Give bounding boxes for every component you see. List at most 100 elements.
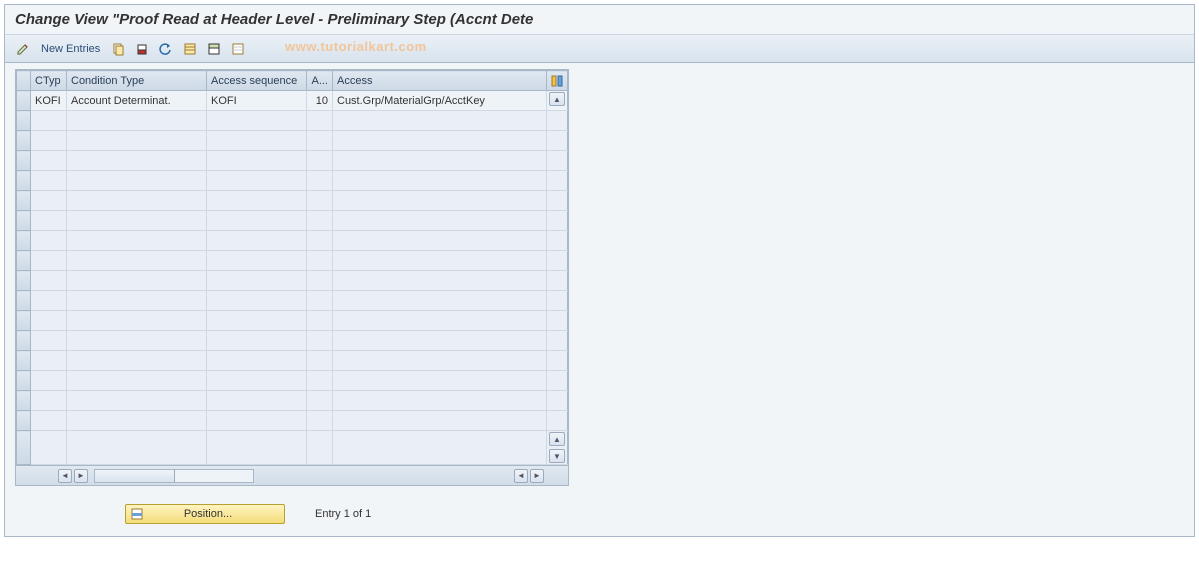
cell-condition-type[interactable] — [67, 231, 207, 251]
cell-access-sequence[interactable] — [207, 151, 307, 171]
vertical-scrollbar[interactable]: ▲ — [547, 91, 568, 111]
cell-a[interactable] — [307, 431, 333, 465]
vscroll-track[interactable] — [547, 291, 568, 311]
row-selector[interactable] — [17, 271, 31, 291]
cell-ctyp[interactable] — [31, 311, 67, 331]
cell-access[interactable] — [333, 151, 547, 171]
hscroll-left-icon[interactable]: ◄ — [58, 469, 72, 483]
cell-access-sequence[interactable] — [207, 131, 307, 151]
cell-ctyp[interactable] — [31, 271, 67, 291]
cell-condition-type[interactable] — [67, 111, 207, 131]
vscroll-track[interactable] — [547, 191, 568, 211]
cell-condition-type[interactable] — [67, 171, 207, 191]
cell-ctyp[interactable] — [31, 331, 67, 351]
cell-condition-type[interactable] — [67, 371, 207, 391]
cell-access[interactable] — [333, 251, 547, 271]
cell-a[interactable] — [307, 311, 333, 331]
cell-a[interactable]: 10 — [307, 91, 333, 111]
vscroll-track[interactable] — [547, 411, 568, 431]
cell-access[interactable] — [333, 191, 547, 211]
cell-a[interactable] — [307, 191, 333, 211]
cell-access[interactable] — [333, 231, 547, 251]
cell-a[interactable] — [307, 371, 333, 391]
cell-a[interactable] — [307, 331, 333, 351]
cell-condition-type[interactable]: Account Determinat. — [67, 91, 207, 111]
vscroll-track[interactable] — [547, 151, 568, 171]
delete-icon[interactable] — [132, 39, 152, 59]
vscroll-track[interactable] — [547, 231, 568, 251]
cell-ctyp[interactable] — [31, 211, 67, 231]
cell-ctyp[interactable] — [31, 251, 67, 271]
row-selector[interactable] — [17, 351, 31, 371]
cell-ctyp[interactable]: KOFI — [31, 91, 67, 111]
cell-ctyp[interactable] — [31, 391, 67, 411]
vscroll-track[interactable] — [547, 131, 568, 151]
cell-ctyp[interactable] — [31, 291, 67, 311]
vscroll-track[interactable] — [547, 311, 568, 331]
cell-access[interactable] — [333, 411, 547, 431]
vscroll-track[interactable] — [547, 391, 568, 411]
row-selector[interactable] — [17, 251, 31, 271]
col-header-condition-type[interactable]: Condition Type — [67, 71, 207, 91]
row-selector[interactable] — [17, 231, 31, 251]
row-selector[interactable] — [17, 391, 31, 411]
cell-access-sequence[interactable] — [207, 431, 307, 465]
cell-ctyp[interactable] — [31, 191, 67, 211]
cell-access-sequence[interactable] — [207, 171, 307, 191]
cell-condition-type[interactable] — [67, 151, 207, 171]
vscroll-up2-icon[interactable]: ▲ — [549, 432, 565, 446]
col-header-ctyp[interactable]: CTyp — [31, 71, 67, 91]
col-header-access[interactable]: Access — [333, 71, 547, 91]
position-button[interactable]: Position... — [125, 504, 285, 524]
cell-ctyp[interactable] — [31, 411, 67, 431]
cell-condition-type[interactable] — [67, 391, 207, 411]
cell-condition-type[interactable] — [67, 351, 207, 371]
cell-condition-type[interactable] — [67, 291, 207, 311]
cell-access-sequence[interactable] — [207, 271, 307, 291]
cell-a[interactable] — [307, 171, 333, 191]
cell-ctyp[interactable] — [31, 231, 67, 251]
row-selector[interactable] — [17, 131, 31, 151]
cell-access[interactable] — [333, 431, 547, 465]
horizontal-scrollbar[interactable]: ◄ ► ◄ ► — [16, 465, 568, 485]
cell-ctyp[interactable] — [31, 111, 67, 131]
toggle-edit-icon[interactable] — [13, 39, 33, 59]
cell-access[interactable] — [333, 371, 547, 391]
cell-access-sequence[interactable] — [207, 411, 307, 431]
hscroll-right2-icon[interactable]: ► — [530, 469, 544, 483]
cell-a[interactable] — [307, 271, 333, 291]
vscroll-track[interactable] — [547, 331, 568, 351]
cell-access[interactable] — [333, 111, 547, 131]
cell-ctyp[interactable] — [31, 371, 67, 391]
cell-access-sequence[interactable] — [207, 191, 307, 211]
cell-access-sequence[interactable] — [207, 231, 307, 251]
row-selector-header[interactable] — [17, 71, 31, 91]
hscroll-track[interactable] — [94, 469, 254, 483]
cell-access-sequence[interactable] — [207, 311, 307, 331]
col-header-access-sequence[interactable]: Access sequence — [207, 71, 307, 91]
cell-access[interactable] — [333, 331, 547, 351]
cell-ctyp[interactable] — [31, 171, 67, 191]
cell-access-sequence[interactable] — [207, 251, 307, 271]
row-selector[interactable] — [17, 431, 31, 465]
cell-a[interactable] — [307, 131, 333, 151]
cell-access-sequence[interactable] — [207, 371, 307, 391]
row-selector[interactable] — [17, 171, 31, 191]
cell-condition-type[interactable] — [67, 311, 207, 331]
configure-columns-icon[interactable] — [547, 71, 568, 91]
cell-access[interactable] — [333, 171, 547, 191]
cell-ctyp[interactable] — [31, 431, 67, 465]
new-entries-button[interactable]: New Entries — [37, 41, 104, 57]
vscroll-down-icon[interactable]: ▼ — [549, 449, 565, 463]
row-selector[interactable] — [17, 191, 31, 211]
cell-access[interactable] — [333, 271, 547, 291]
cell-a[interactable] — [307, 251, 333, 271]
cell-a[interactable] — [307, 411, 333, 431]
hscroll-left2-icon[interactable]: ◄ — [514, 469, 528, 483]
row-selector[interactable] — [17, 311, 31, 331]
cell-condition-type[interactable] — [67, 251, 207, 271]
cell-condition-type[interactable] — [67, 431, 207, 465]
cell-access[interactable]: Cust.Grp/MaterialGrp/AcctKey — [333, 91, 547, 111]
row-selector[interactable] — [17, 291, 31, 311]
select-all-icon[interactable] — [180, 39, 200, 59]
